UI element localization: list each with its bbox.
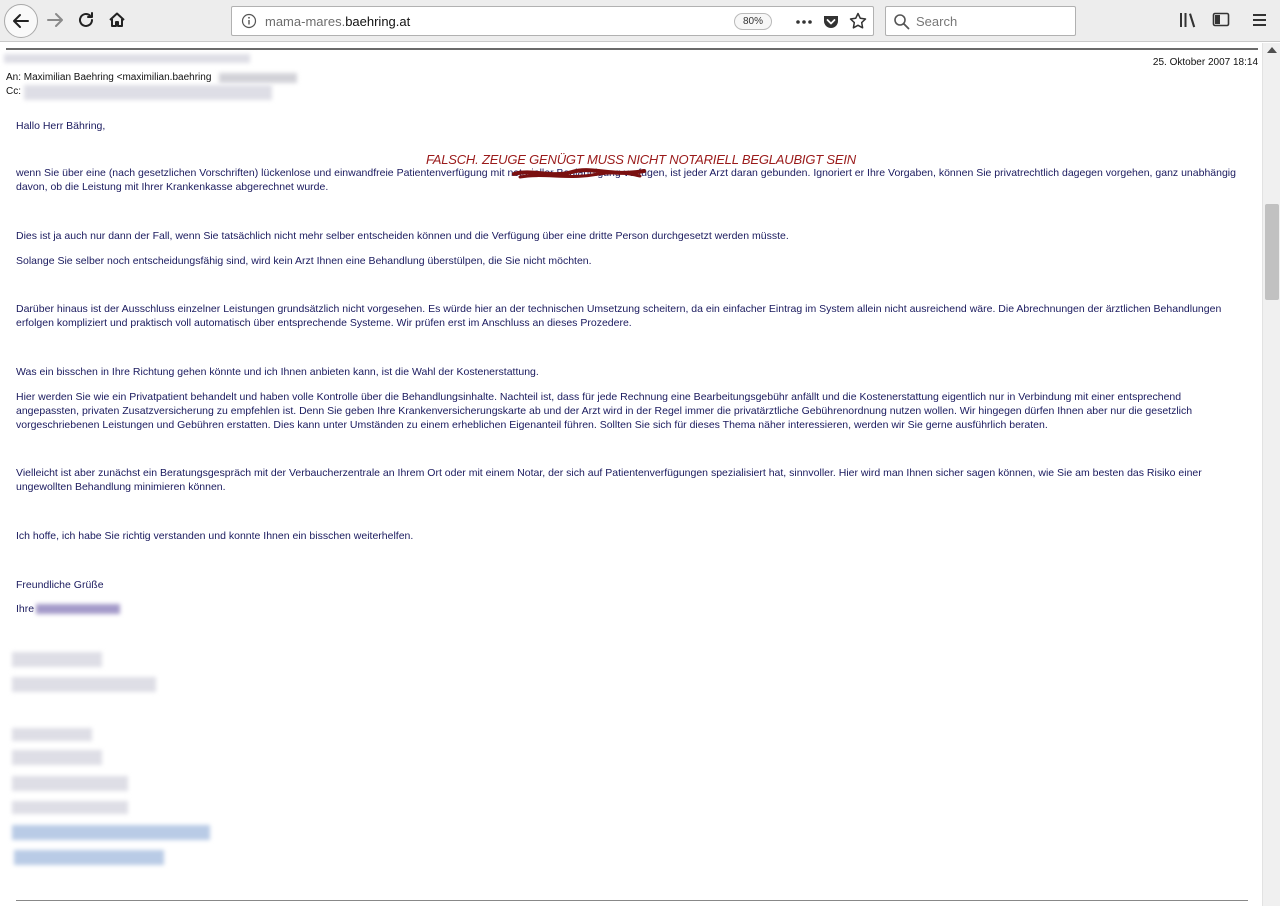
home-button[interactable] xyxy=(102,5,132,35)
ellipsis-icon[interactable] xyxy=(795,14,813,30)
email-date: 25. Oktober 2007 18:14 xyxy=(1152,57,1258,68)
zoom-level-badge[interactable]: 80% xyxy=(734,13,772,30)
sidebar-icon[interactable] xyxy=(1212,11,1230,29)
browser-toolbar: mama-mares.baehring.at 80% xyxy=(0,0,1280,42)
page-content: An: Maximilian Baehring <maximilian.baeh… xyxy=(0,43,1262,906)
scroll-up-arrow-icon[interactable] xyxy=(1267,47,1277,53)
reload-button[interactable] xyxy=(71,5,101,35)
redacted-signature-line xyxy=(12,728,92,741)
search-input[interactable] xyxy=(916,12,1071,30)
email-to-line: An: Maximilian Baehring <maximilian.baeh… xyxy=(6,72,211,83)
email-paragraph-8: Ich hoffe, ich habe Sie richtig verstand… xyxy=(16,530,414,542)
info-icon[interactable] xyxy=(241,13,257,29)
redacted-signature-line xyxy=(12,776,128,791)
redacted-signature-line xyxy=(12,677,156,692)
email-cc-label: Cc: xyxy=(6,86,21,97)
email-paragraph-4: Darüber hinaus ist der Ausschluss einzel… xyxy=(16,303,1222,329)
redacted-website-link xyxy=(14,850,164,865)
redacted-signature-line xyxy=(12,750,102,765)
reload-icon xyxy=(79,12,93,27)
email-paragraph-6: Hier werden Sie wie ein Privatpatient be… xyxy=(16,391,1193,431)
scrollbar-thumb[interactable] xyxy=(1265,204,1279,300)
email-signature-prefix: Ihre xyxy=(16,603,35,615)
forward-button[interactable] xyxy=(40,5,70,35)
top-divider xyxy=(6,48,1258,50)
home-icon xyxy=(109,12,125,27)
redacted-signature-line xyxy=(12,801,128,814)
back-arrow-icon xyxy=(13,14,29,28)
star-icon[interactable] xyxy=(849,12,867,30)
pocket-icon[interactable] xyxy=(822,13,840,31)
redacted-cc-address xyxy=(24,85,272,100)
redacted-email-link xyxy=(12,825,210,840)
redacted-signature-line xyxy=(12,652,102,667)
url-text[interactable]: mama-mares.baehring.at xyxy=(265,14,410,29)
bottom-divider xyxy=(16,900,1248,901)
strikethrough-scribble xyxy=(512,168,646,179)
email-paragraph-3: Solange Sie selber noch entscheidungsfäh… xyxy=(16,255,592,267)
email-closing: Freundliche Grüße xyxy=(16,579,104,591)
email-to-text: An: Maximilian Baehring <maximilian.baeh… xyxy=(6,72,212,83)
email-paragraph-2: Dies ist ja auch nur dann der Fall, wenn… xyxy=(16,230,789,242)
vertical-scrollbar[interactable] xyxy=(1262,43,1280,906)
search-bar[interactable] xyxy=(885,6,1076,36)
email-paragraph-5: Was ein bisschen in Ihre Richtung gehen … xyxy=(16,366,539,378)
search-icon xyxy=(894,14,910,30)
redacted-signature-name xyxy=(36,604,120,614)
email-greeting: Hallo Herr Bähring, xyxy=(16,120,106,132)
hamburger-menu-icon[interactable] xyxy=(1251,11,1269,29)
handwritten-annotation: FALSCH. ZEUGE GENÜGT MUSS NICHT NOTARIEL… xyxy=(426,152,856,167)
email-cc-line: Cc: xyxy=(6,86,21,97)
library-icon[interactable] xyxy=(1178,11,1198,29)
url-subdomain: mama-mares. xyxy=(265,14,346,29)
forward-arrow-icon xyxy=(47,13,63,27)
back-button[interactable] xyxy=(4,4,38,38)
url-domain: baehring.at xyxy=(345,14,411,29)
email-paragraph-7: Vielleicht ist aber zunächst ein Beratun… xyxy=(16,467,1202,493)
redacted-to-address xyxy=(219,73,297,83)
redacted-from-line xyxy=(4,54,250,63)
url-bar[interactable]: mama-mares.baehring.at 80% xyxy=(231,6,874,36)
